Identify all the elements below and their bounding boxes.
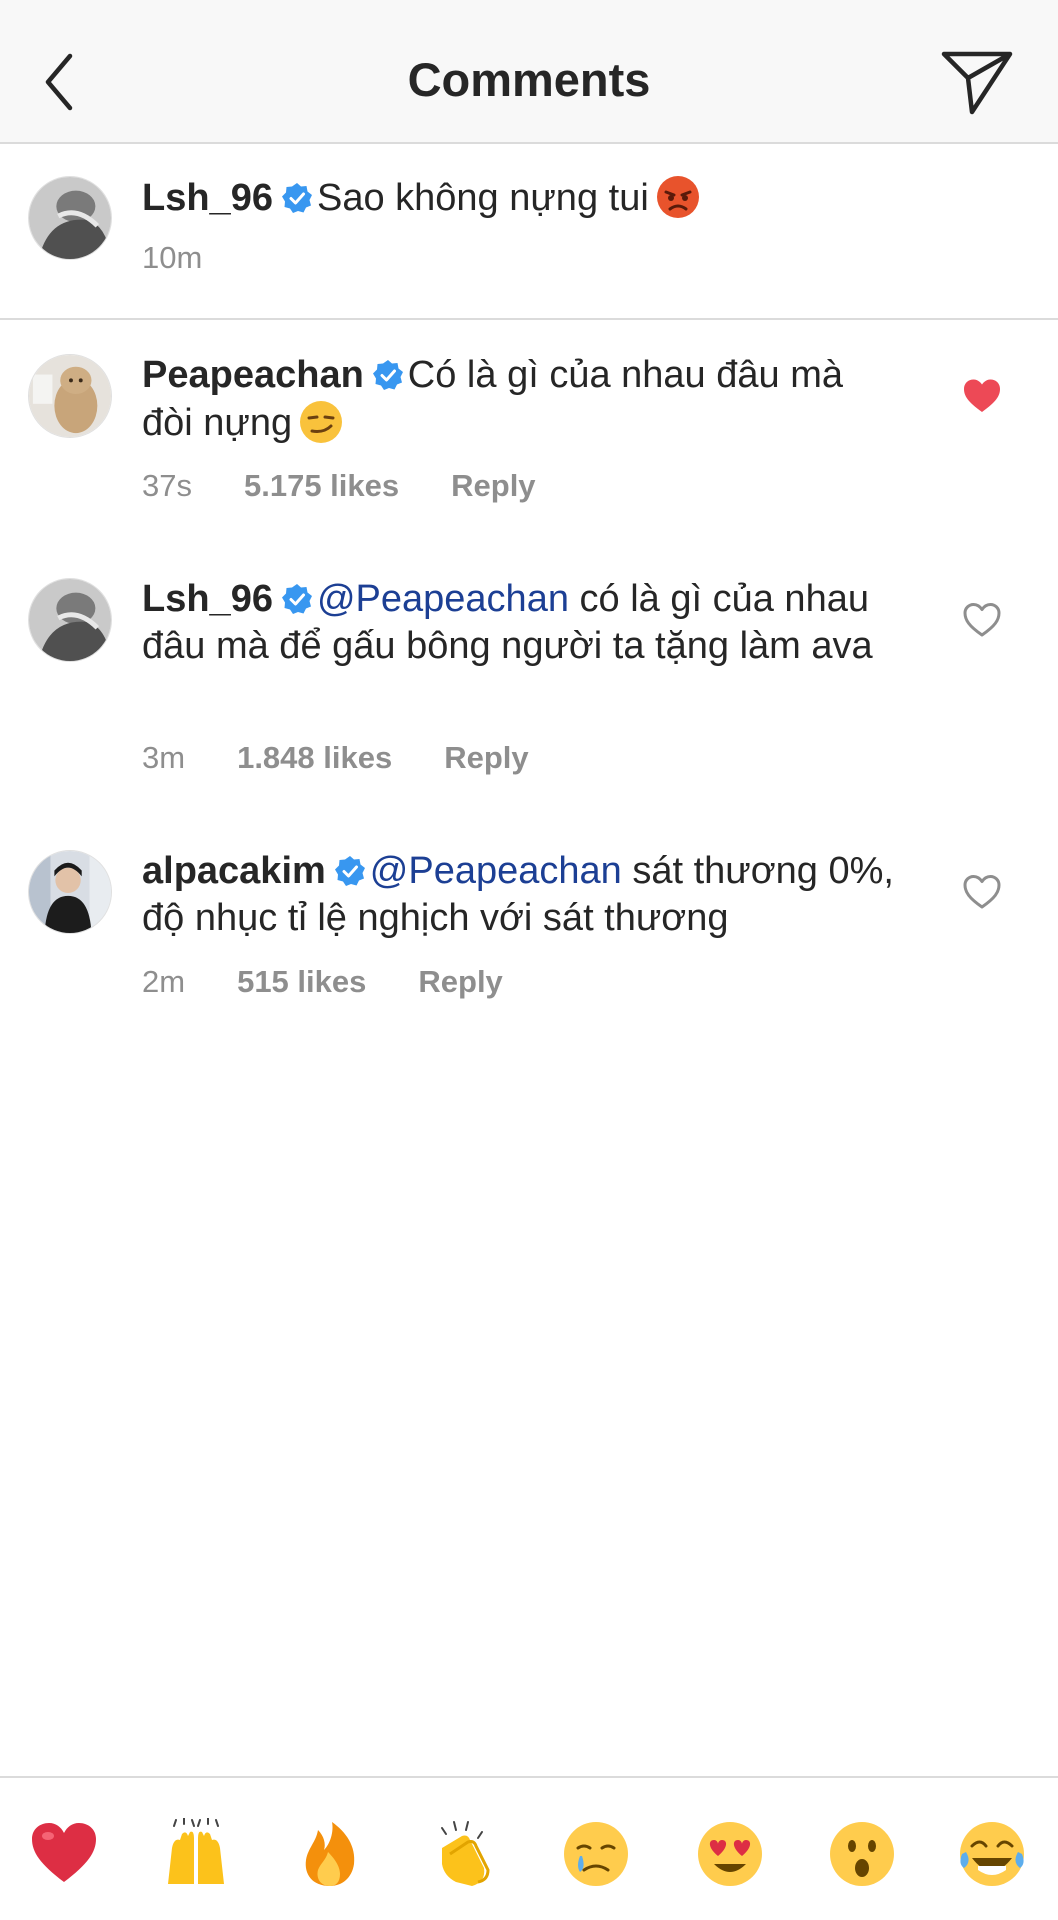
raising-hands-icon — [168, 1818, 224, 1884]
comment-meta: 10m — [142, 240, 254, 276]
comment-meta: 2m 515 likes Reply — [142, 964, 555, 1000]
smirking-face-icon — [300, 401, 343, 443]
surprised-face-emoji-button[interactable] — [826, 1818, 898, 1890]
username[interactable]: Lsh_96 — [142, 578, 273, 620]
red-heart-emoji-button[interactable] — [28, 1818, 100, 1890]
timestamp: 10m — [142, 240, 203, 275]
clapping-hands-emoji-button[interactable] — [428, 1818, 500, 1890]
timestamp: 2m — [142, 964, 186, 999]
avatar[interactable] — [28, 176, 112, 260]
header-bar: Comments — [0, 0, 1058, 144]
heart-filled-icon — [964, 379, 1000, 412]
red-heart-icon — [32, 1823, 96, 1882]
heart-outline-icon — [963, 603, 1001, 637]
emoji-reaction-bar — [0, 1776, 1058, 1920]
tears-of-joy-icon — [960, 1822, 1024, 1886]
verified-badge-icon — [372, 360, 403, 390]
like-button[interactable] — [962, 874, 1002, 910]
avatar[interactable] — [28, 354, 112, 438]
caption-text: Lsh_96 Sao không nựng tui — [142, 174, 902, 222]
clapping-hands-icon — [441, 1821, 490, 1886]
post-caption: Lsh_96 Sao không nựng tui 10m — [0, 146, 1058, 320]
mention-link[interactable]: @Peapeachan — [317, 578, 569, 620]
tears-of-joy-emoji-button[interactable] — [956, 1818, 1028, 1890]
share-button[interactable] — [938, 48, 1016, 118]
verified-badge-icon — [334, 856, 365, 886]
page-title: Comments — [407, 53, 651, 106]
mention-link[interactable]: @Peapeachan — [370, 850, 622, 892]
comment-text: Sao không nựng tui — [316, 177, 649, 219]
comment-body: alpacakim @Peapeachan sát thương 0%, độ n… — [142, 848, 902, 942]
timestamp: 37s — [142, 468, 192, 503]
reply-button[interactable]: Reply — [444, 740, 528, 776]
paper-plane-icon — [941, 51, 1013, 115]
likes-count[interactable]: 5.175 likes — [244, 468, 399, 504]
timestamp: 3m — [142, 740, 186, 775]
username[interactable]: alpacakim — [142, 850, 326, 892]
angry-face-icon — [656, 176, 699, 218]
crying-face-icon — [564, 1822, 628, 1886]
surprised-face-icon — [830, 1822, 894, 1886]
avatar[interactable] — [28, 850, 112, 934]
heart-eyes-emoji-button[interactable] — [694, 1818, 766, 1890]
heart-eyes-icon — [698, 1822, 762, 1886]
fire-emoji-button[interactable] — [294, 1818, 366, 1890]
verified-badge-icon — [281, 584, 312, 614]
verified-badge-icon — [281, 183, 312, 213]
username[interactable]: Lsh_96 — [142, 177, 273, 219]
username[interactable]: Peapeachan — [142, 354, 364, 396]
like-button[interactable] — [962, 378, 1002, 414]
comment-meta: 3m 1.848 likes Reply — [142, 740, 581, 776]
fire-icon — [305, 1822, 355, 1886]
crying-face-emoji-button[interactable] — [560, 1818, 632, 1890]
likes-count[interactable]: 1.848 likes — [237, 740, 392, 776]
heart-outline-icon — [963, 875, 1001, 909]
likes-count[interactable]: 515 likes — [237, 964, 366, 1000]
avatar[interactable] — [28, 578, 112, 662]
comment-meta: 37s 5.175 likes Reply — [142, 468, 588, 504]
like-button[interactable] — [962, 602, 1002, 638]
reply-button[interactable]: Reply — [418, 964, 502, 1000]
comment-body: Lsh_96 @Peapeachan có là gì của nhau đâu … — [142, 576, 902, 670]
comment-body: Peapeachan Có là gì của nhau đâu mà đòi n… — [142, 352, 902, 447]
reply-button[interactable]: Reply — [451, 468, 535, 504]
raising-hands-emoji-button[interactable] — [160, 1818, 232, 1890]
